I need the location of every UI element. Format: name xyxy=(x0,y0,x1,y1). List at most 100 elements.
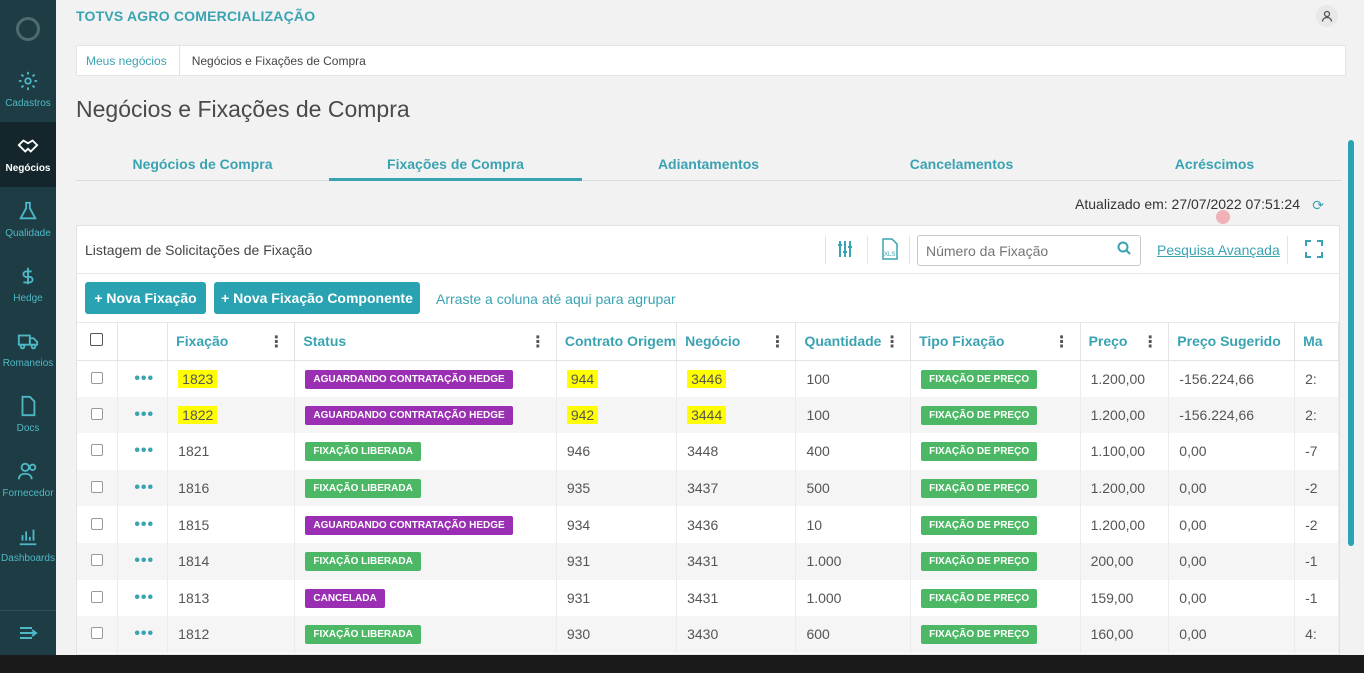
fullscreen-icon[interactable] xyxy=(1305,240,1323,263)
row-select-cell xyxy=(77,579,119,617)
tab-adiantamentos[interactable]: Adiantamentos xyxy=(582,148,835,180)
row-checkbox[interactable] xyxy=(91,517,103,530)
column-header-label: Contrato Origem xyxy=(564,333,677,350)
table-row[interactable]: ••• 1813 CANCELADA 931 3431 1.000 FIXAÇÃO DE P… xyxy=(77,579,1339,617)
row-actions-icon[interactable]: ••• xyxy=(134,552,154,569)
row-checkbox[interactable] xyxy=(91,590,103,603)
user-menu-button[interactable] xyxy=(1316,5,1338,27)
refresh-icon[interactable]: ⟳ xyxy=(1312,197,1324,214)
column-header-ma[interactable]: Ma xyxy=(1294,323,1339,361)
sidebar-item-hedge[interactable]: Hedge xyxy=(0,252,56,317)
advanced-search-link[interactable]: Pesquisa Avançada xyxy=(1157,242,1280,258)
column-menu-icon[interactable]: ⋮ xyxy=(530,332,546,352)
row-actions-cell: ••• xyxy=(117,542,169,580)
app-logo[interactable] xyxy=(0,0,56,57)
handshake-icon xyxy=(17,139,39,153)
row-actions-icon[interactable]: ••• xyxy=(134,406,154,423)
cell-quantidade: 100 xyxy=(795,360,912,397)
table-row[interactable]: ••• 1821 FIXAÇÃO LIBERADA 946 3448 400 FIXAÇÃO… xyxy=(77,433,1339,470)
sidebar-item-fornecedor[interactable]: Fornecedor xyxy=(0,447,56,512)
cell-tipo: FIXAÇÃO DE PREÇO xyxy=(910,506,1081,543)
table-row[interactable]: ••• 1812 FIXAÇÃO LIBERADA 930 3430 600 FIXAÇÃO… xyxy=(77,616,1339,653)
tab-negocios-compra[interactable]: Negócios de Compra xyxy=(76,148,329,180)
table-row[interactable]: ••• 1822 AGUARDANDO CONTRATAÇÃO HEDGE 942 34… xyxy=(77,396,1339,434)
table-row[interactable]: ••• 1816 FIXAÇÃO LIBERADA 935 3437 500 FIXAÇÃO… xyxy=(77,469,1339,507)
sidebar-item-romaneios[interactable]: Romaneios xyxy=(0,317,56,382)
column-header-preco[interactable]: Preço ⋮ xyxy=(1080,323,1170,361)
row-actions-icon[interactable]: ••• xyxy=(134,516,154,533)
cell-status: AGUARDANDO CONTRATAÇÃO HEDGE xyxy=(294,506,557,543)
cell-status: AGUARDANDO CONTRATAÇÃO HEDGE xyxy=(294,396,557,434)
table-row[interactable]: ••• 1815 AGUARDANDO CONTRATAÇÃO HEDGE 934 34… xyxy=(77,506,1339,543)
row-actions-icon[interactable]: ••• xyxy=(134,370,154,387)
column-header-quantidade[interactable]: Quantidade ⋮ xyxy=(795,323,912,361)
row-actions-icon[interactable]: ••• xyxy=(134,479,154,496)
column-header-preco-sugerido[interactable]: Preço Sugerido xyxy=(1168,323,1296,361)
fixation-table: Fixação ⋮ Status ⋮ Contrato Origem Negócio… xyxy=(77,323,1339,653)
row-checkbox[interactable] xyxy=(91,407,103,420)
row-select-cell xyxy=(77,506,119,543)
divider xyxy=(825,236,826,264)
sidebar-item-label: Hedge xyxy=(13,293,43,304)
panel-title: Listagem de Solicitações de Fixação xyxy=(85,242,313,258)
row-actions-icon[interactable]: ••• xyxy=(134,442,154,459)
user-icon xyxy=(1321,10,1333,22)
status-badge: FIXAÇÃO LIBERADA xyxy=(305,479,421,499)
cell-preco-sugerido: 0,00 xyxy=(1168,579,1296,617)
column-menu-icon[interactable]: ⋮ xyxy=(1054,332,1070,352)
column-header-negocio[interactable]: Negócio ⋮ xyxy=(676,323,797,361)
type-badge: FIXAÇÃO DE PREÇO xyxy=(921,625,1038,645)
column-settings-icon[interactable] xyxy=(837,240,853,263)
sidebar-item-label: Fornecedor xyxy=(2,488,54,499)
cell-fixacao: 1812 xyxy=(167,616,296,653)
row-checkbox[interactable] xyxy=(91,444,103,457)
search-icon[interactable] xyxy=(1117,241,1131,260)
row-checkbox[interactable] xyxy=(91,554,103,567)
select-all-checkbox[interactable] xyxy=(90,333,103,347)
sidebar-item-qualidade[interactable]: Qualidade xyxy=(0,187,56,252)
column-menu-icon[interactable]: ⋮ xyxy=(769,332,785,352)
column-menu-icon[interactable]: ⋮ xyxy=(884,332,900,352)
row-checkbox[interactable] xyxy=(91,371,103,384)
sidebar-item-negocios[interactable]: Negócios xyxy=(0,122,56,187)
cell-preco: 1.100,00 xyxy=(1080,433,1170,470)
row-checkbox[interactable] xyxy=(91,627,103,640)
column-header-label: Fixação xyxy=(176,333,229,350)
tab-fixacoes-compra[interactable]: Fixações de Compra xyxy=(329,148,582,181)
tab-cancelamentos[interactable]: Cancelamentos xyxy=(835,148,1088,180)
breadcrumb-link[interactable]: Meus negócios xyxy=(77,46,180,75)
cell-value: 1815 xyxy=(178,516,210,533)
tab-acrescimos[interactable]: Acréscimos xyxy=(1088,148,1341,180)
menu-collapse-button[interactable] xyxy=(0,610,56,655)
sidebar-item-label: Qualidade xyxy=(5,228,51,239)
svg-text:XLS: XLS xyxy=(884,252,895,258)
gear-icon xyxy=(18,71,38,91)
cell-contrato: 946 xyxy=(556,433,678,470)
xls-export-icon[interactable]: XLS xyxy=(879,238,901,265)
row-checkbox[interactable] xyxy=(91,481,103,494)
new-fixation-button[interactable]: + Nova Fixação xyxy=(85,282,206,314)
column-header-tipo[interactable]: Tipo Fixação ⋮ xyxy=(910,323,1081,361)
search-input[interactable] xyxy=(917,235,1141,266)
type-badge: FIXAÇÃO DE PREÇO xyxy=(921,442,1038,462)
cell-contrato: 931 xyxy=(556,579,678,617)
cell-preco-sugerido: 0,00 xyxy=(1168,433,1296,470)
sidebar-item-dashboards[interactable]: Dashboards xyxy=(0,512,56,577)
sidebar-item-cadastros[interactable]: Cadastros xyxy=(0,57,56,122)
row-actions-icon[interactable]: ••• xyxy=(134,589,154,606)
column-header-status[interactable]: Status ⋮ xyxy=(294,323,557,361)
cell-value: 1814 xyxy=(178,553,210,570)
column-menu-icon[interactable]: ⋮ xyxy=(1142,332,1158,352)
new-component-fixation-button[interactable]: + Nova Fixação Componente xyxy=(214,282,420,314)
column-menu-icon[interactable]: ⋮ xyxy=(268,332,284,352)
column-header-contrato[interactable]: Contrato Origem xyxy=(556,323,678,361)
group-drop-zone[interactable]: Arraste a coluna até aqui para agrupar xyxy=(436,291,676,307)
cell-ma: 2: xyxy=(1294,396,1339,434)
row-actions-icon[interactable]: ••• xyxy=(134,625,154,642)
table-row[interactable]: ••• 1823 AGUARDANDO CONTRATAÇÃO HEDGE 944 34… xyxy=(77,360,1339,397)
column-header-fixacao[interactable]: Fixação ⋮ xyxy=(167,323,296,361)
table-row[interactable]: ••• 1814 FIXAÇÃO LIBERADA 931 3431 1.000 FIXAÇ… xyxy=(77,542,1339,580)
sidebar-item-docs[interactable]: Docs xyxy=(0,382,56,447)
page-scrollbar[interactable] xyxy=(1348,140,1354,546)
cell-tipo: FIXAÇÃO DE PREÇO xyxy=(910,469,1081,507)
